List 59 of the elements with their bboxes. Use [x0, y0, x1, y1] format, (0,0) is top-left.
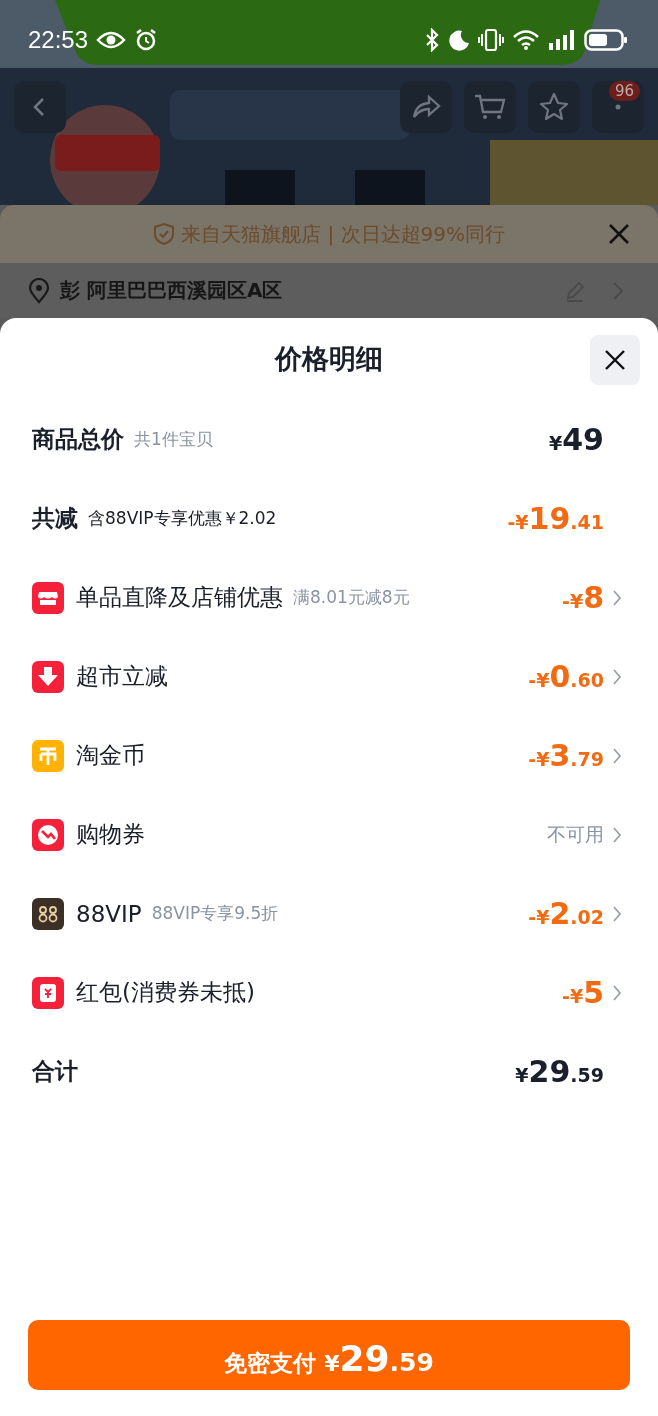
- store-notice: 来自天猫旗舰店 | 次日达超99%同行: [181, 220, 505, 248]
- amount: -¥0.60: [528, 659, 604, 694]
- row-label: 商品总价: [32, 425, 124, 454]
- dot-icon: [615, 104, 621, 110]
- row-label: 单品直降及店铺优惠: [76, 583, 283, 612]
- row-label: 红包(消费券未抵): [76, 978, 255, 1007]
- status-time: 22:53: [28, 26, 89, 54]
- eye-icon: [96, 30, 127, 50]
- row-label: 超市立减: [76, 662, 168, 691]
- cart-icon: [474, 93, 506, 121]
- row-note: 88VIP专享9.5折: [151, 902, 279, 925]
- coupon-icon: [32, 818, 64, 851]
- address-text: 彭 阿里巴巴西溪园区A区: [60, 277, 283, 304]
- pay-button[interactable]: 免密支付 ¥29.59: [28, 1320, 630, 1390]
- amount: -¥3.79: [528, 738, 604, 773]
- amount: -¥8: [562, 580, 604, 615]
- address-row[interactable]: 彭 阿里巴巴西溪园区A区: [0, 263, 658, 318]
- bluetooth-icon: [424, 28, 440, 52]
- row-label: 淘金币: [76, 741, 145, 770]
- share-icon: [411, 94, 441, 120]
- signal-icon: [548, 29, 576, 51]
- amount: -¥2.02: [528, 896, 604, 931]
- chevron-icon[interactable]: [612, 904, 622, 923]
- row-note: 满8.01元减8元: [293, 586, 410, 609]
- chevron-icon[interactable]: [612, 825, 622, 844]
- envelope-icon: [32, 976, 64, 1009]
- location-icon: [28, 277, 50, 304]
- row-note: 共1件宝贝: [134, 428, 213, 451]
- cart-button[interactable]: [464, 81, 516, 133]
- row-label: 合计: [32, 1057, 78, 1086]
- close-button[interactable]: [590, 335, 640, 385]
- star-icon: [539, 92, 569, 122]
- back-button[interactable]: [14, 81, 66, 133]
- amount: ¥49: [549, 422, 604, 457]
- chevron-icon[interactable]: [612, 983, 622, 1002]
- sheet-title: 价格明细: [275, 342, 383, 376]
- share-button[interactable]: [400, 81, 452, 133]
- chevron-icon[interactable]: [612, 746, 622, 765]
- row-label: 88VIP: [76, 900, 142, 927]
- close-icon[interactable]: [608, 223, 630, 245]
- row-label: 共减: [32, 504, 78, 533]
- vibrate-icon: [478, 28, 504, 52]
- wifi-icon: [512, 29, 540, 51]
- battery-icon: [584, 28, 628, 52]
- amount: -¥19.41: [507, 501, 604, 536]
- close-icon: [604, 349, 626, 371]
- row-value: 不可用: [547, 821, 604, 847]
- shield-icon: [153, 222, 176, 246]
- coin-icon: [32, 739, 64, 772]
- favorite-button[interactable]: [528, 81, 580, 133]
- vip-icon: [32, 897, 64, 930]
- moon-icon: [448, 29, 470, 51]
- row-label: 购物券: [76, 820, 145, 849]
- row-note: 含88VIP专享优惠￥2.02: [88, 507, 277, 530]
- chevron-icon[interactable]: [612, 667, 622, 686]
- shop-icon: [32, 581, 64, 614]
- amount: -¥5: [562, 975, 604, 1010]
- chevron-icon[interactable]: [612, 588, 622, 607]
- amount: ¥29.59: [515, 1054, 604, 1089]
